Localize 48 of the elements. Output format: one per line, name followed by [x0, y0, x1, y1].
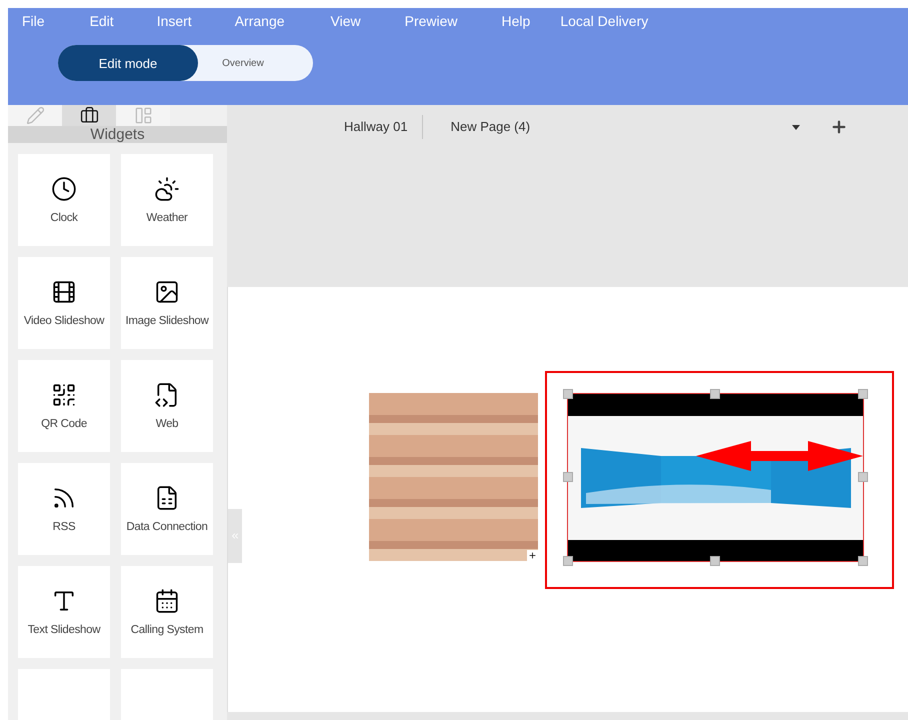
mode-button[interactable]: Overview [198, 45, 288, 81]
image-icon [154, 279, 180, 305]
resize-handle[interactable] [563, 389, 573, 399]
widget-label: RSS [52, 521, 76, 533]
widget-label: Web [156, 418, 178, 430]
widget-label: Image Slideshow [125, 315, 209, 327]
widget-tile[interactable]: Web [121, 360, 213, 452]
film-icon [51, 279, 77, 305]
chevrons-left-icon [230, 531, 240, 541]
mode-button[interactable]: Edit mode [58, 45, 198, 81]
video-wall-image[interactable] [568, 394, 863, 561]
collapse-handle[interactable] [228, 509, 242, 563]
page-tab[interactable]: New Page (4) [450, 115, 544, 139]
widget-tile[interactable]: RSS [18, 463, 110, 555]
widget-tile[interactable]: Data Connection [121, 463, 213, 555]
widget-tile[interactable]: Text Slideshow [18, 566, 110, 658]
clock-icon [51, 176, 77, 202]
weather-icon [154, 176, 180, 202]
widget-tile[interactable]: Image Slideshow [121, 257, 213, 349]
plus-icon[interactable] [830, 118, 848, 136]
pencil-icon [26, 106, 44, 125]
widget-label: Data Connection [126, 521, 208, 533]
widget-tile[interactable]: QR Code [18, 360, 110, 452]
panel-header: Widgets [8, 126, 227, 143]
widget-label: Clock [50, 212, 78, 224]
resize-handle[interactable] [858, 472, 868, 482]
briefcase-icon [80, 106, 98, 125]
resize-handle[interactable] [710, 556, 720, 566]
widget-label: Video Slideshow [24, 315, 104, 327]
resize-handle[interactable] [858, 389, 868, 399]
widget-tile[interactable]: Weather [121, 154, 213, 246]
sidebar-tab[interactable] [62, 105, 116, 126]
widget-label: Text Slideshow [28, 624, 100, 636]
calendar-icon [154, 588, 180, 614]
widget-tile[interactable]: Clock [18, 154, 110, 246]
resize-handle[interactable] [710, 389, 720, 399]
resize-handle[interactable] [563, 556, 573, 566]
resize-handle[interactable] [563, 472, 573, 482]
resize-handle[interactable] [858, 556, 868, 566]
layout-icon [134, 106, 152, 125]
widget-label: Calling System [130, 624, 204, 636]
widget-label: QR Code [41, 418, 87, 430]
widget-label: Weather [146, 212, 188, 224]
qr-code-icon [51, 382, 77, 408]
dropdown-caret-icon[interactable] [792, 125, 800, 130]
widget-tile[interactable]: Calling System [121, 566, 213, 658]
page-tab[interactable]: Hallway 01 [344, 115, 423, 139]
widget-tile[interactable]: Video Slideshow [18, 257, 110, 349]
